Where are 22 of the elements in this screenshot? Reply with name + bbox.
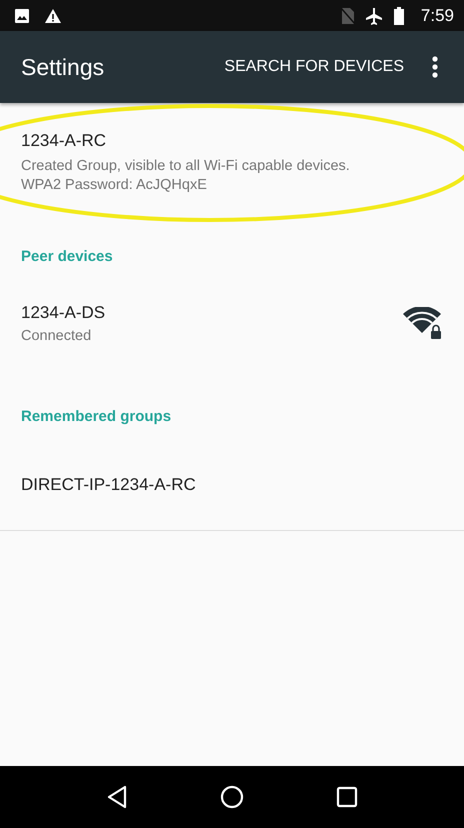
image-icon xyxy=(14,8,30,24)
back-icon[interactable] xyxy=(106,785,128,809)
home-icon[interactable] xyxy=(220,785,244,809)
search-devices-button[interactable]: SEARCH FOR DEVICES xyxy=(220,50,408,84)
remembered-group-item[interactable]: DIRECT-IP-1234-A-RC xyxy=(0,435,464,531)
battery-icon xyxy=(392,6,405,24)
peer-status: Connected xyxy=(21,328,92,344)
screen-title: Settings xyxy=(21,54,106,80)
airplane-icon xyxy=(364,6,383,24)
section-header: Peer devices xyxy=(20,247,114,267)
device-name: 1234-A-RC xyxy=(21,131,108,151)
peer-name: 1234-A-DS xyxy=(21,302,106,322)
no-sim-icon xyxy=(340,6,355,24)
clock-time: 7:59 xyxy=(420,6,454,26)
more-options-icon[interactable] xyxy=(432,56,438,78)
device-password: WPA2 Password: AcJQHqxE xyxy=(21,177,208,193)
peer-device-item[interactable]: 1234-A-DS Connected xyxy=(0,275,464,371)
warning-icon xyxy=(44,8,62,24)
device-summary: Created Group, visible to all Wi-Fi capable devices. xyxy=(21,158,351,174)
wifi-lock-icon xyxy=(402,307,444,339)
recents-icon[interactable] xyxy=(336,786,358,808)
section-header: Remembered groups xyxy=(20,407,172,427)
